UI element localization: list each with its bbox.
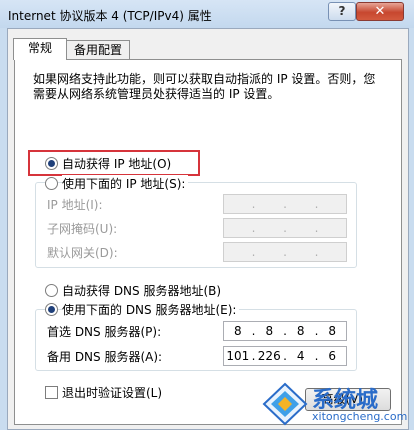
default-gateway-label: 默认网关(D): <box>47 246 118 260</box>
preferred-dns-octet-4[interactable]: 8 <box>318 324 346 338</box>
alternate-dns-label: 备用 DNS 服务器(A): <box>47 350 163 364</box>
preferred-dns-label: 首选 DNS 服务器(P): <box>47 325 162 339</box>
window-title: Internet 协议版本 4 (TCP/IPv4) 属性 <box>8 9 212 23</box>
alternate-dns-octet-2[interactable]: 226 <box>255 349 283 363</box>
tab-alternate-config[interactable]: 备用配置 <box>66 40 130 60</box>
general-panel: 如果网络支持此功能，则可以获取自动指派的 IP 设置。否则，您需要从网络系统管理… <box>14 59 402 425</box>
auto-ip-label[interactable]: 自动获得 IP 地址(O) <box>62 155 171 172</box>
alternate-dns-octet-4[interactable]: 6 <box>318 349 346 363</box>
subnet-mask-field: ... <box>223 218 347 238</box>
alternate-dns-octet-1[interactable]: 101 <box>224 349 252 363</box>
manual-ip-radio[interactable] <box>45 177 58 190</box>
manual-ip-label[interactable]: 使用下面的 IP 地址(S): <box>62 175 189 192</box>
validate-settings-checkbox[interactable] <box>45 386 58 399</box>
validate-settings-label[interactable]: 退出时验证设置(L) <box>62 384 162 401</box>
preferred-dns-octet-2[interactable]: 8 <box>255 324 283 338</box>
default-gateway-field: ... <box>223 242 347 262</box>
close-button[interactable]: ✕ <box>356 2 404 21</box>
preferred-dns-octet-3[interactable]: 8 <box>287 324 315 338</box>
auto-dns-radio[interactable] <box>45 284 58 297</box>
auto-dns-label[interactable]: 自动获得 DNS 服务器地址(B) <box>62 282 221 299</box>
ip-address-label: IP 地址(I): <box>47 198 103 212</box>
alternate-dns-field[interactable]: 101. 226. 4. 6 <box>223 346 347 366</box>
subnet-mask-label: 子网掩码(U): <box>47 222 118 236</box>
tab-general[interactable]: 常规 <box>13 38 67 60</box>
alternate-dns-octet-3[interactable]: 4 <box>287 349 315 363</box>
preferred-dns-field[interactable]: 8. 8. 8. 8 <box>223 321 347 341</box>
watermark-url: xitongcheng.com <box>312 410 408 423</box>
preferred-dns-octet-1[interactable]: 8 <box>224 324 252 338</box>
description-text: 如果网络支持此功能，则可以获取自动指派的 IP 设置。否则，您需要从网络系统管理… <box>33 72 376 101</box>
manual-dns-radio[interactable] <box>45 303 58 316</box>
dialog-body: 常规 备用配置 如果网络支持此功能，则可以获取自动指派的 IP 设置。否则，您需… <box>7 28 409 430</box>
manual-dns-label[interactable]: 使用下面的 DNS 服务器地址(E): <box>62 301 240 318</box>
title-bar: Internet 协议版本 4 (TCP/IPv4) 属性 ? ✕ <box>0 0 414 28</box>
auto-ip-radio[interactable] <box>45 157 58 170</box>
watermark: 系统城 xitongcheng.com <box>262 382 412 428</box>
help-button[interactable]: ? <box>328 2 356 21</box>
ip-address-field: ... <box>223 194 347 214</box>
watermark-logo-icon <box>262 382 308 426</box>
